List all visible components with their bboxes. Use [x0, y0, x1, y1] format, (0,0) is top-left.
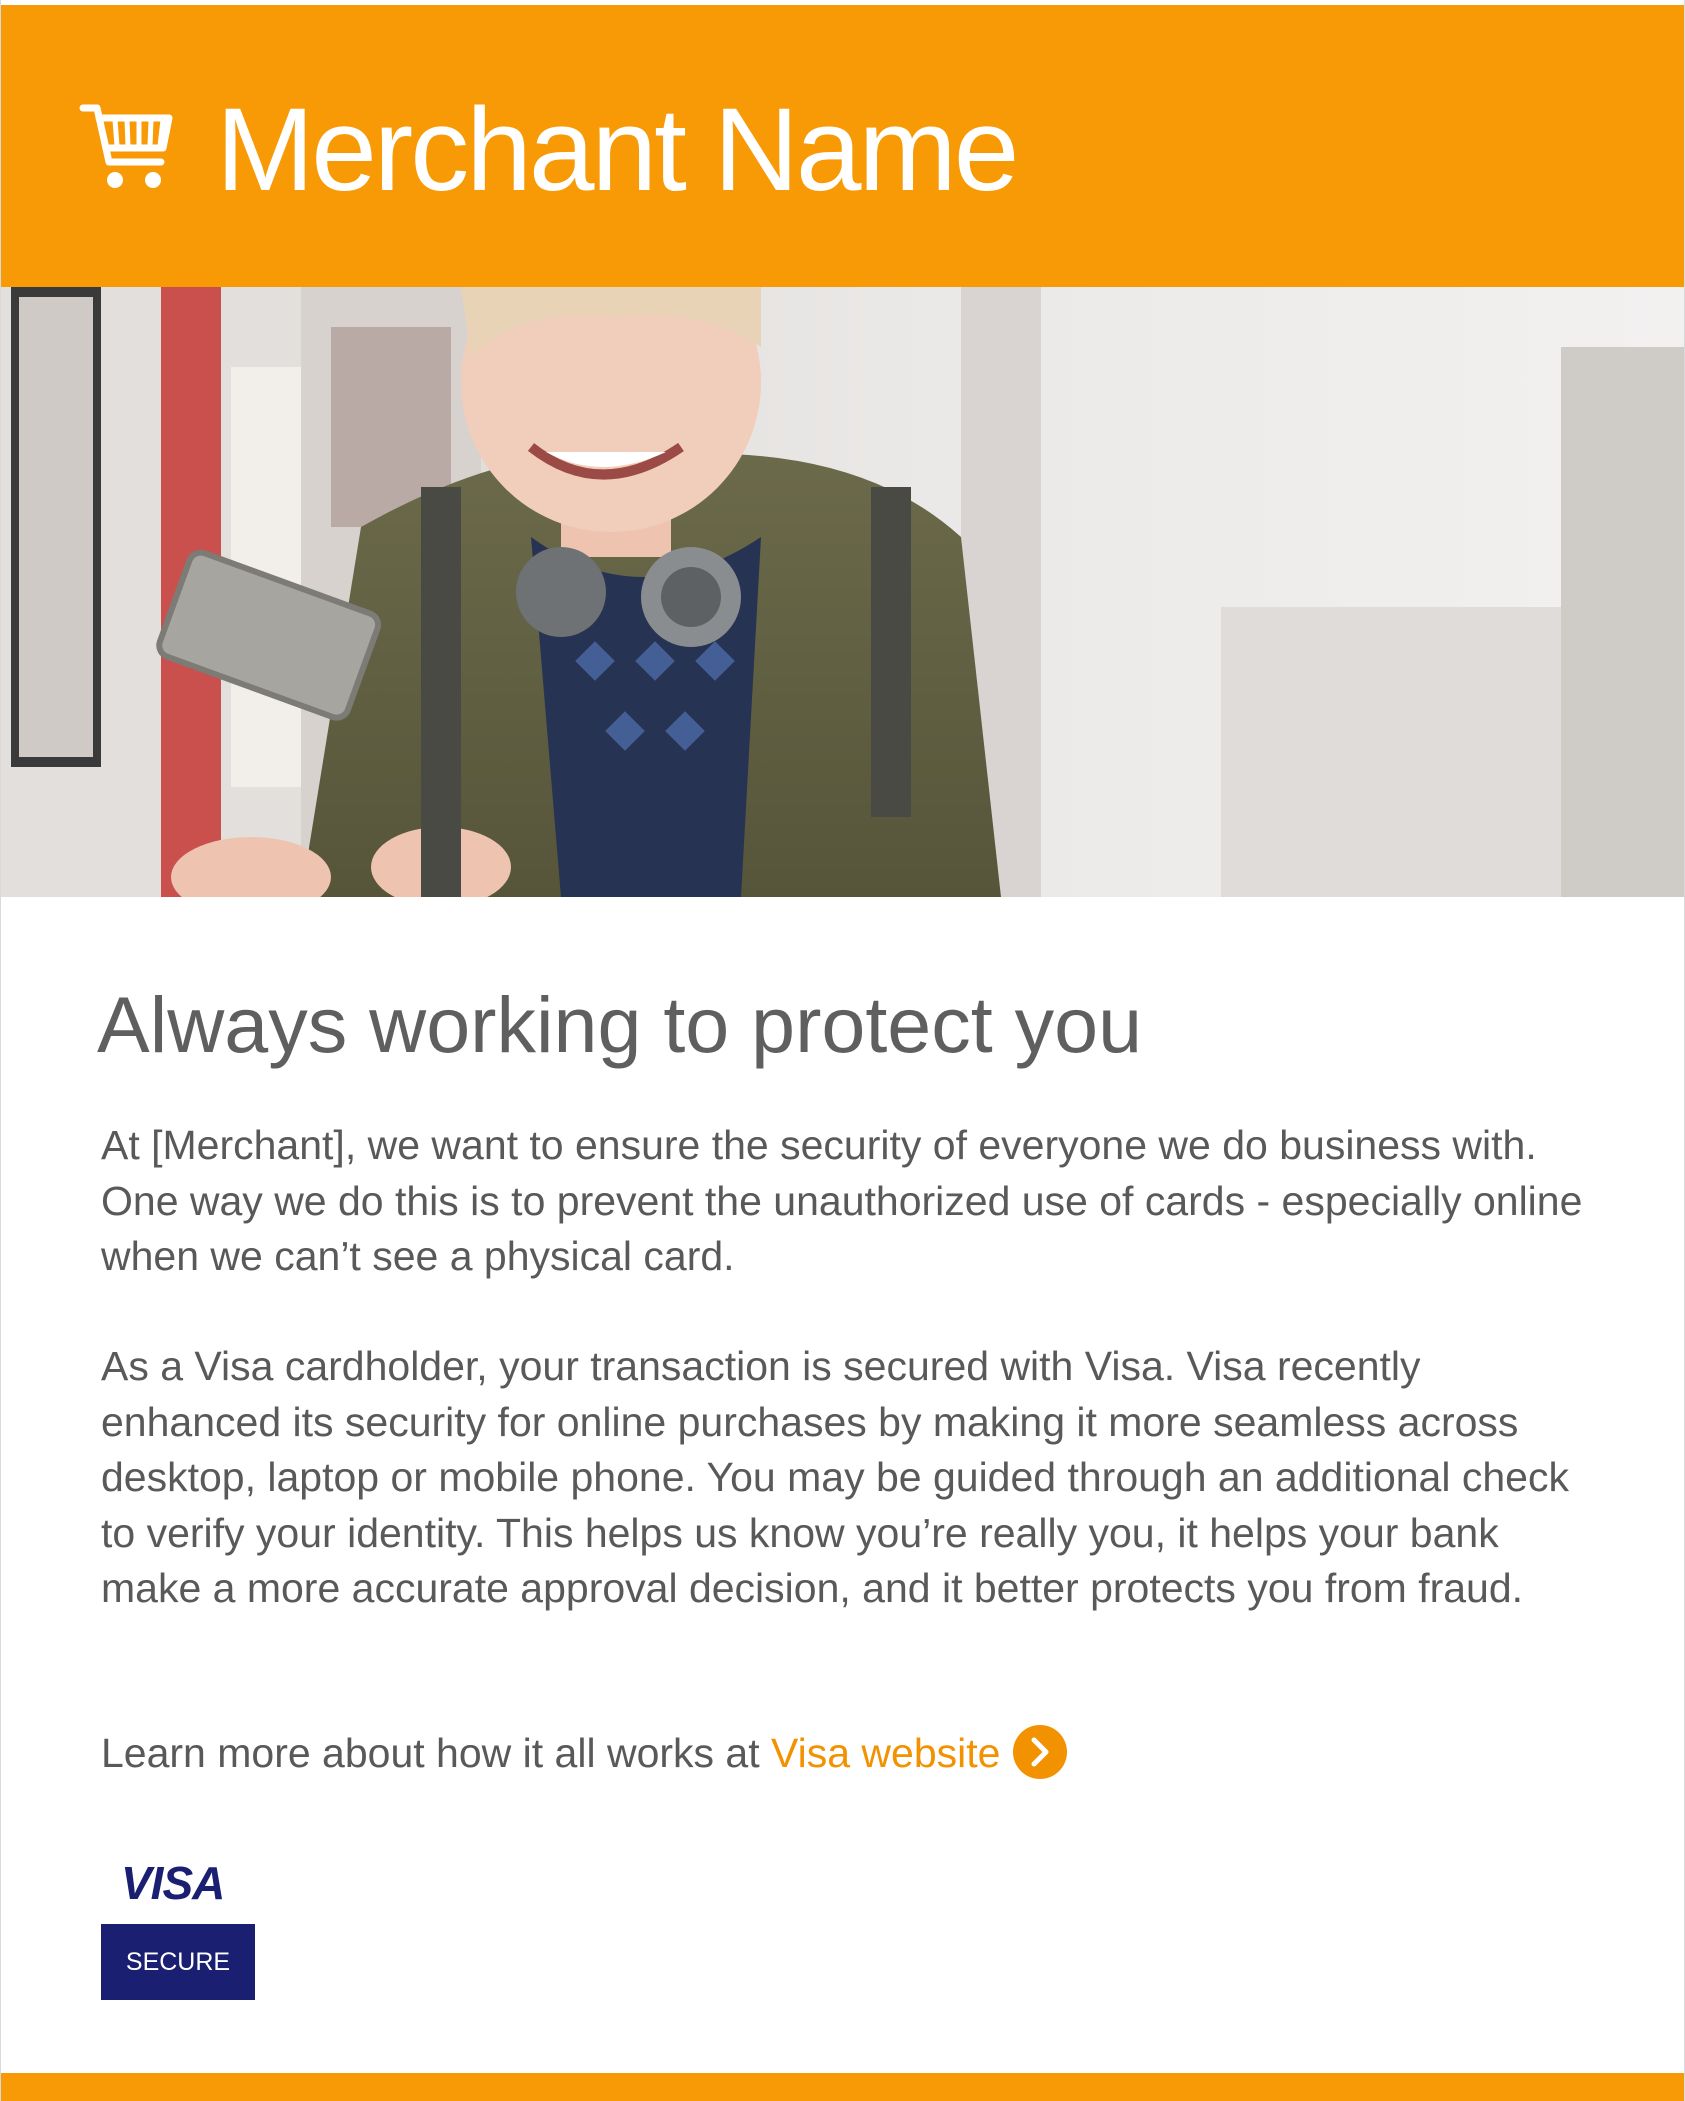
visa-logo: VISA	[121, 1857, 225, 1909]
chevron-right-circle-icon[interactable]	[1012, 1724, 1068, 1780]
visa-website-link[interactable]: Visa website	[771, 1730, 1000, 1776]
visa-secure-badge: SECURE	[101, 1924, 255, 2000]
email-page: Merchant Name Always working to protect …	[0, 0, 1685, 2101]
shopping-cart-icon	[79, 104, 173, 188]
hero-photo	[1, 287, 1684, 897]
learn-more-text: Learn more about how it all works at	[101, 1730, 771, 1776]
footer-bar	[1, 2073, 1684, 2101]
visa-security-paragraph: As a Visa cardholder, your transaction i…	[101, 1343, 1569, 1611]
learn-more-line: Learn more about how it all works at Vis…	[101, 1724, 1068, 1784]
intro-paragraph: At [Merchant], we want to ensure the sec…	[101, 1122, 1583, 1279]
hero-illustration	[1, 287, 1684, 897]
page-headline: Always working to protect you	[97, 980, 1143, 1069]
merchant-name: Merchant Name	[216, 84, 1019, 216]
merchant-header: Merchant Name	[1, 5, 1684, 287]
